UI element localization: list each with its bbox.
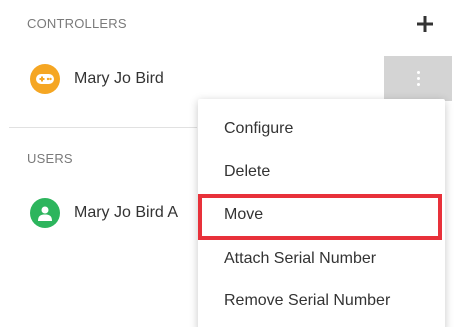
controller-name[interactable]: Mary Jo Bird: [74, 70, 164, 88]
menu-item-configure[interactable]: Configure: [224, 120, 293, 138]
menu-item-attach-serial-number[interactable]: Attach Serial Number: [224, 250, 376, 268]
plus-icon: [417, 16, 433, 32]
menu-item-delete[interactable]: Delete: [224, 163, 270, 181]
add-controller-button[interactable]: [412, 11, 438, 37]
user-avatar: [30, 198, 60, 228]
controllers-section-header: CONTROLLERS: [27, 16, 127, 31]
controller-context-menu: Configure Delete Move Attach Serial Numb…: [198, 99, 445, 327]
vertical-ellipsis-icon: [416, 71, 420, 86]
gamepad-icon: [36, 74, 54, 84]
controller-avatar: [30, 64, 60, 94]
menu-item-remove-serial-number[interactable]: Remove Serial Number: [224, 292, 390, 310]
user-name[interactable]: Mary Jo Bird A: [74, 204, 196, 222]
users-section-header: USERS: [27, 151, 73, 166]
menu-item-move[interactable]: Move: [224, 206, 263, 224]
person-icon: [38, 206, 52, 221]
section-divider: [9, 127, 197, 128]
controller-more-button[interactable]: [384, 56, 452, 101]
